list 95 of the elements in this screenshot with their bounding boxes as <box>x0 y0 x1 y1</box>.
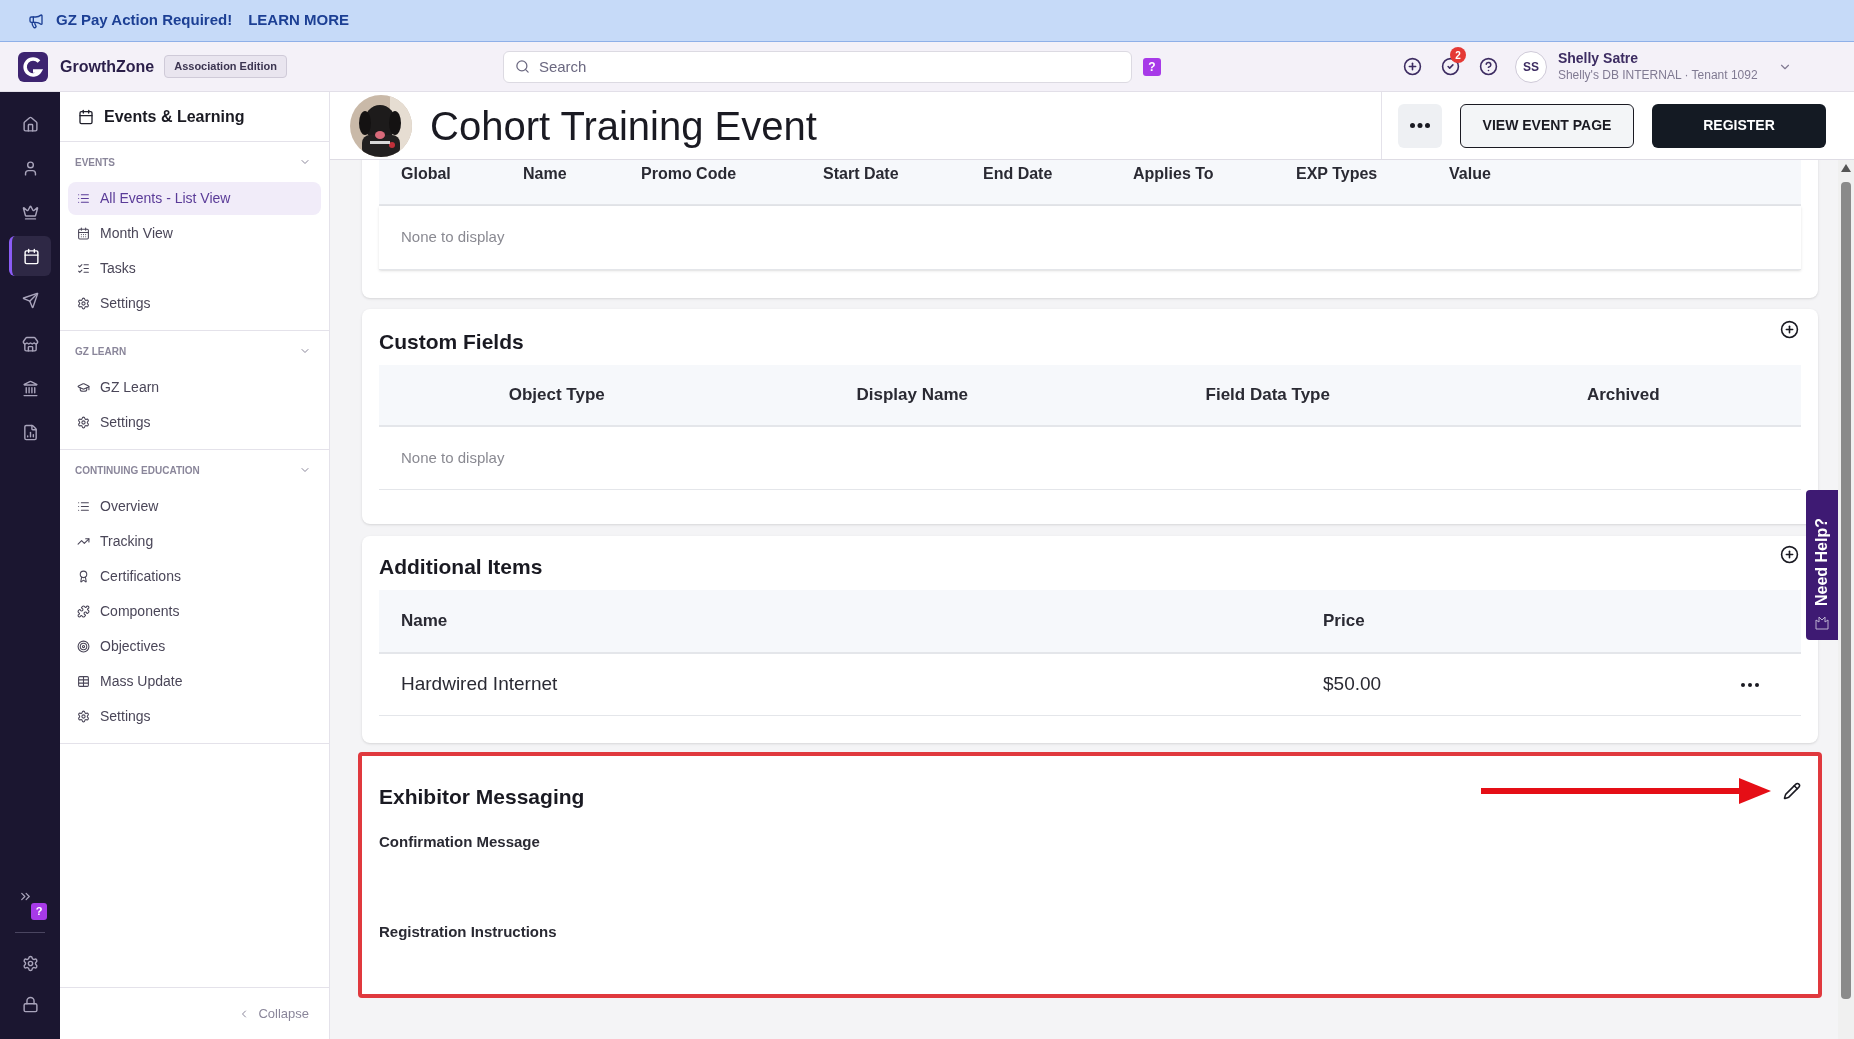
sidebar-item[interactable]: Settings <box>68 287 321 320</box>
column-header: EXP Types <box>1296 164 1379 184</box>
column-header: End Date <box>983 164 1054 184</box>
column-header: Value <box>1449 164 1492 184</box>
sidebar-item[interactable]: Components <box>68 595 321 628</box>
column-header: Archived <box>1586 384 1660 407</box>
help-icon[interactable] <box>1478 57 1498 76</box>
column-header: Applies To <box>1133 164 1215 184</box>
rail-item[interactable] <box>9 236 51 276</box>
sidebar-item[interactable]: Settings <box>68 700 321 733</box>
list-icon <box>77 500 90 513</box>
column-header: Object Type <box>508 384 605 407</box>
banner-text: GZ Pay Action Required! <box>56 10 233 31</box>
report-icon <box>21 423 39 441</box>
add-icon[interactable] <box>1402 57 1422 76</box>
sidebar-item[interactable]: All Events - List View <box>68 182 321 215</box>
calendar-icon <box>78 108 94 125</box>
sidebar-item[interactable]: Certifications <box>68 560 321 593</box>
sidebar-item[interactable]: Tracking <box>68 525 321 558</box>
section-title: Custom Fields <box>379 328 524 355</box>
sidebar-item[interactable]: GZ Learn <box>68 371 321 404</box>
event-title: Cohort Training Event <box>430 105 817 146</box>
ellipsis-icon[interactable] <box>1741 682 1759 687</box>
graduation-cap-icon <box>77 381 90 394</box>
section-heading: EVENTS <box>75 155 115 170</box>
table-cell-text: $50.00 <box>1323 672 1383 697</box>
scroll-up-icon[interactable] <box>1841 164 1851 172</box>
checklist-icon <box>77 262 90 275</box>
store-icon <box>21 335 39 353</box>
section-heading: CONTINUING EDUCATION <box>75 463 200 478</box>
crown-icon <box>21 203 39 221</box>
list-icon <box>77 192 90 205</box>
settings-icon[interactable] <box>21 955 39 972</box>
need-help-tab[interactable]: Need Help? <box>1806 490 1838 640</box>
award-icon <box>77 570 90 583</box>
search-icon <box>514 58 530 74</box>
table-icon <box>77 675 90 688</box>
lock-icon[interactable] <box>21 996 39 1013</box>
section-title: Additional Items <box>379 553 543 580</box>
sidebar-item[interactable]: Objectives <box>68 630 321 663</box>
user-name: Shelly Satre <box>1557 50 1640 68</box>
trend-icon <box>77 535 90 548</box>
more-button[interactable] <box>1398 103 1442 148</box>
logo-icon <box>18 51 48 82</box>
megaphone-icon <box>28 12 44 29</box>
home-icon <box>21 115 39 133</box>
view-event-page-button[interactable]: VIEW EVENT PAGE <box>1460 103 1634 148</box>
empty-message: None to display <box>401 227 505 248</box>
user-avatar[interactable]: SS <box>1514 50 1547 83</box>
send-icon <box>21 291 39 309</box>
brand-name: GrowthZone <box>60 56 155 77</box>
settings-icon <box>77 297 90 310</box>
column-header: Field Data Type <box>1205 384 1330 407</box>
bank-icon <box>21 379 39 397</box>
search-field[interactable]: Search <box>502 50 1132 83</box>
sidebar-item[interactable]: Mass Update <box>68 665 321 698</box>
column-header: Start Date <box>823 164 900 184</box>
help-badge[interactable]: ? <box>1142 57 1161 76</box>
sidebar-item[interactable]: Month View <box>68 217 321 250</box>
calendar-icon <box>23 247 40 265</box>
chat-icon <box>1815 616 1829 630</box>
ellipsis-icon <box>1410 123 1430 128</box>
section-title: Exhibitor Messaging <box>379 783 585 810</box>
add-icon[interactable] <box>1780 320 1799 339</box>
column-header: Global <box>401 164 452 184</box>
pencil-icon[interactable] <box>1783 782 1801 800</box>
user-tenant: Shelly's DB INTERNAL · Tenant 1092 <box>1557 67 1758 83</box>
target-icon <box>77 640 90 653</box>
column-header: Name <box>523 164 568 184</box>
help-badge[interactable]: ? <box>31 903 47 920</box>
learn-more-link[interactable]: LEARN MORE <box>248 9 349 32</box>
notification-count: 2 <box>1449 47 1466 63</box>
settings-icon <box>77 416 90 429</box>
empty-message: None to display <box>401 447 505 468</box>
settings-icon <box>77 710 90 723</box>
sidebar-item[interactable]: Tasks <box>68 252 321 285</box>
puzzle-icon <box>77 605 90 618</box>
sidebar-title: Events & Learning <box>104 106 245 127</box>
collapse-button[interactable]: Collapse <box>238 1003 309 1024</box>
calendar-icon <box>77 227 90 240</box>
column-header: Price <box>1323 610 1366 633</box>
tasks-icon[interactable] <box>1440 57 1460 76</box>
column-header: Display Name <box>856 384 968 407</box>
column-header: Promo Code <box>641 164 738 184</box>
edition-badge: Association Edition <box>164 55 287 78</box>
sidebar-item[interactable]: Overview <box>68 490 321 523</box>
register-button[interactable]: REGISTER <box>1652 103 1826 148</box>
add-icon[interactable] <box>1780 545 1799 564</box>
field-label: Registration Instructions <box>379 923 557 940</box>
field-label: Confirmation Message <box>379 833 540 850</box>
table-cell-text: Hardwired Internet <box>401 672 559 697</box>
section-heading: GZ LEARN <box>75 344 127 359</box>
column-header: Name <box>401 610 449 633</box>
scrollbar-thumb[interactable] <box>1841 182 1851 999</box>
sidebar-item[interactable]: Settings <box>68 406 321 439</box>
